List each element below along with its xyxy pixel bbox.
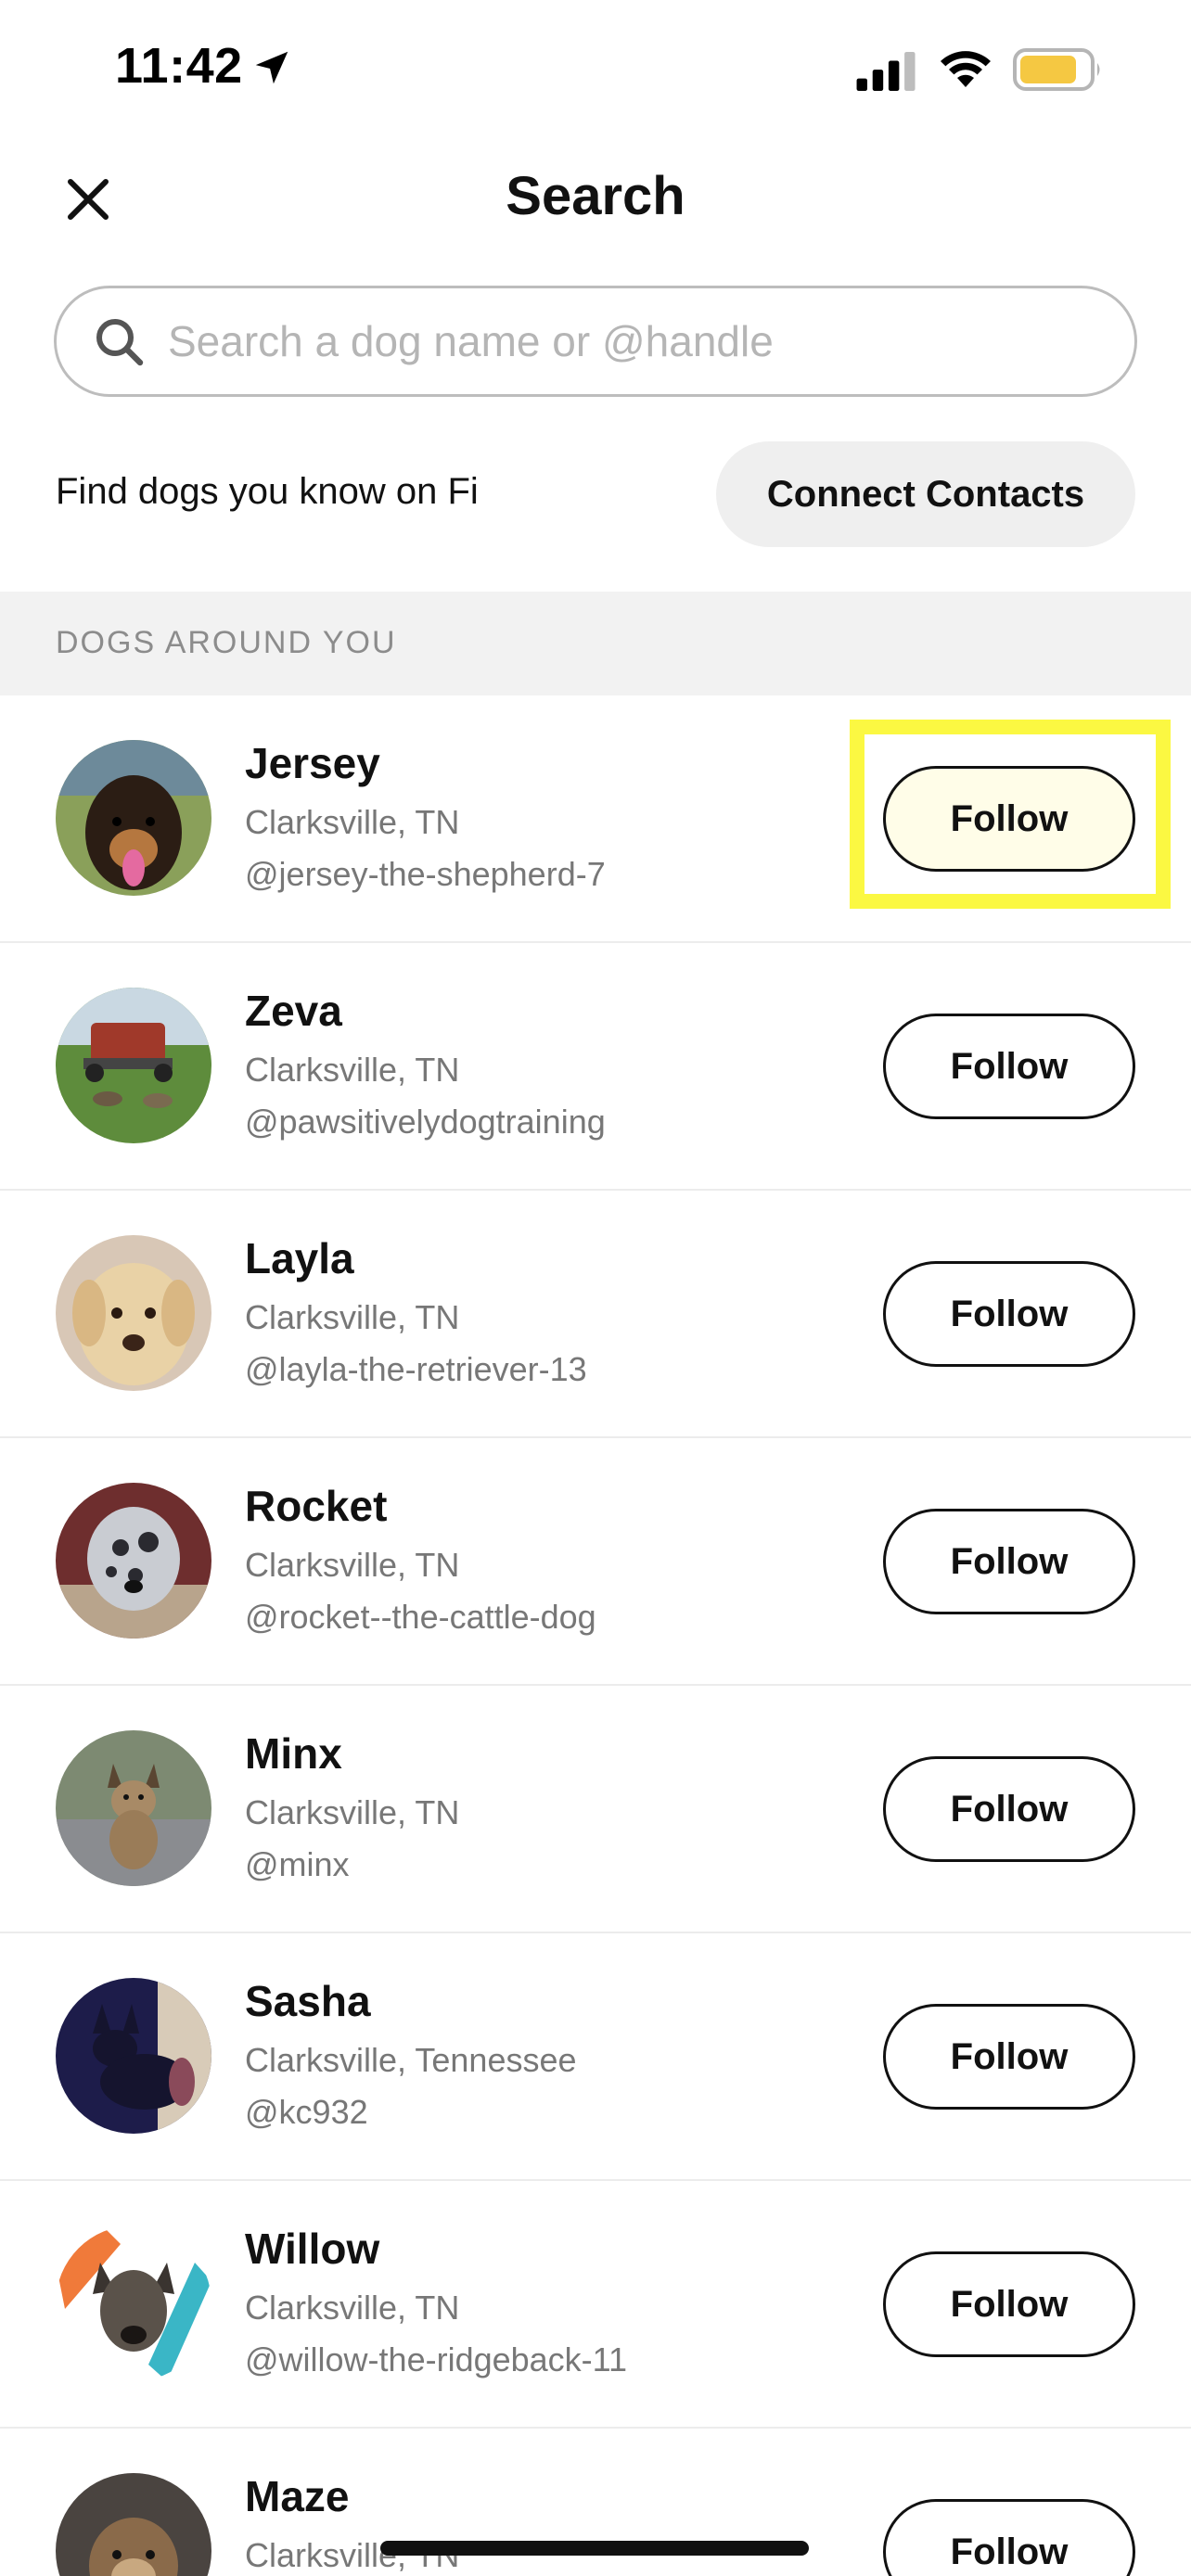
section-header: DOGS AROUND YOU	[0, 592, 1191, 695]
dog-avatar[interactable]	[56, 1483, 211, 1639]
dog-photo-icon	[56, 1978, 211, 2134]
wifi-icon	[941, 51, 991, 87]
dog-handle: @layla-the-retriever-13	[245, 1350, 587, 1388]
dog-name: Rocket	[245, 1482, 388, 1530]
status-time: 11:42	[115, 38, 243, 94]
dog-avatar[interactable]	[56, 2473, 211, 2576]
dog-handle: @jersey-the-shepherd-7	[245, 855, 606, 893]
status-bar: 11:42	[0, 0, 1191, 139]
cellular-signal-icon	[856, 52, 916, 91]
dog-row[interactable]: Rocket Clarksville, TN @rocket--the-catt…	[0, 1438, 1191, 1686]
follow-button[interactable]: Follow	[883, 1014, 1135, 1119]
dog-photo-icon	[56, 740, 211, 896]
location-arrow-icon	[255, 51, 288, 84]
dog-photo-icon	[56, 1483, 211, 1639]
search-icon	[96, 319, 144, 366]
dog-name: Maze	[245, 2472, 350, 2520]
dog-handle: @minx	[245, 1845, 350, 1883]
dog-row[interactable]: Layla Clarksville, TN @layla-the-retriev…	[0, 1191, 1191, 1438]
dog-location: Clarksville, TN	[245, 1051, 460, 1089]
follow-button[interactable]: Follow	[883, 766, 1135, 872]
dog-photo-icon	[56, 2473, 211, 2576]
dog-photo-icon	[56, 988, 211, 1143]
dog-avatar[interactable]	[56, 2225, 211, 2381]
dog-name: Zeva	[245, 987, 342, 1035]
page-title: Search	[506, 166, 685, 226]
search-bar[interactable]	[54, 286, 1137, 397]
dog-row[interactable]: Sasha Clarksville, Tennessee @kc932 Foll…	[0, 1933, 1191, 2181]
dog-name: Layla	[245, 1234, 354, 1282]
dog-handle: @kc932	[245, 2093, 368, 2131]
dog-name: Sasha	[245, 1977, 371, 2025]
home-indicator[interactable]	[380, 2541, 809, 2556]
follow-button[interactable]: Follow	[883, 1261, 1135, 1367]
section-label: DOGS AROUND YOU	[56, 625, 397, 660]
dog-row[interactable]: Minx Clarksville, TN @minx Follow	[0, 1686, 1191, 1933]
dog-row[interactable]: Zeva Clarksville, TN @pawsitivelydogtrai…	[0, 943, 1191, 1191]
find-dogs-text: Find dogs you know on Fi	[56, 471, 479, 512]
dog-location: Clarksville, TN	[245, 1546, 460, 1584]
battery-icon	[1013, 48, 1100, 91]
dog-location: Clarksville, Tennessee	[245, 2041, 577, 2079]
dog-handle: @pawsitivelydogtraining	[245, 1103, 606, 1141]
connect-contacts-button[interactable]: Connect Contacts	[716, 441, 1135, 547]
dog-location: Clarksville, TN	[245, 1298, 460, 1336]
dog-avatar[interactable]	[56, 1730, 211, 1886]
dog-location: Clarksville, TN	[245, 1793, 460, 1831]
dog-row[interactable]: Jersey Clarksville, TN @jersey-the-sheph…	[0, 695, 1191, 943]
dog-avatar[interactable]	[56, 988, 211, 1143]
dog-list: Jersey Clarksville, TN @jersey-the-sheph…	[0, 695, 1191, 2576]
dog-photo-icon	[56, 1730, 211, 1886]
follow-button[interactable]: Follow	[883, 2251, 1135, 2357]
dog-location: Clarksville, TN	[245, 2289, 460, 2327]
dog-location: Clarksville, TN	[245, 803, 460, 841]
dog-handle: @rocket--the-cattle-dog	[245, 1598, 596, 1636]
dog-avatar[interactable]	[56, 1978, 211, 2134]
dog-name: Willow	[245, 2225, 380, 2273]
dog-row[interactable]: Willow Clarksville, TN @willow-the-ridge…	[0, 2181, 1191, 2429]
follow-button[interactable]: Follow	[883, 1756, 1135, 1862]
dog-avatar[interactable]	[56, 740, 211, 896]
dog-name: Minx	[245, 1729, 342, 1778]
follow-button[interactable]: Follow	[883, 1509, 1135, 1614]
follow-button[interactable]: Follow	[883, 2499, 1135, 2576]
dog-avatar[interactable]	[56, 1235, 211, 1391]
dog-handle: @willow-the-ridgeback-11	[245, 2340, 628, 2378]
dog-name: Jersey	[245, 739, 380, 787]
follow-button[interactable]: Follow	[883, 2004, 1135, 2110]
dog-photo-icon	[56, 2225, 211, 2381]
dog-photo-icon	[56, 1235, 211, 1391]
search-input[interactable]	[168, 301, 1095, 381]
